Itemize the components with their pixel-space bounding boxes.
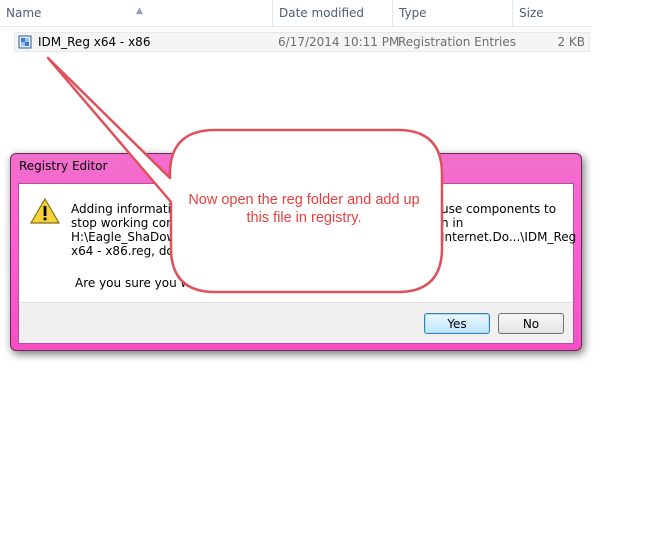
callout-bubble <box>46 56 444 294</box>
callout-shape <box>46 56 444 294</box>
callout-text: Now open the reg folder and add up this … <box>188 192 420 226</box>
